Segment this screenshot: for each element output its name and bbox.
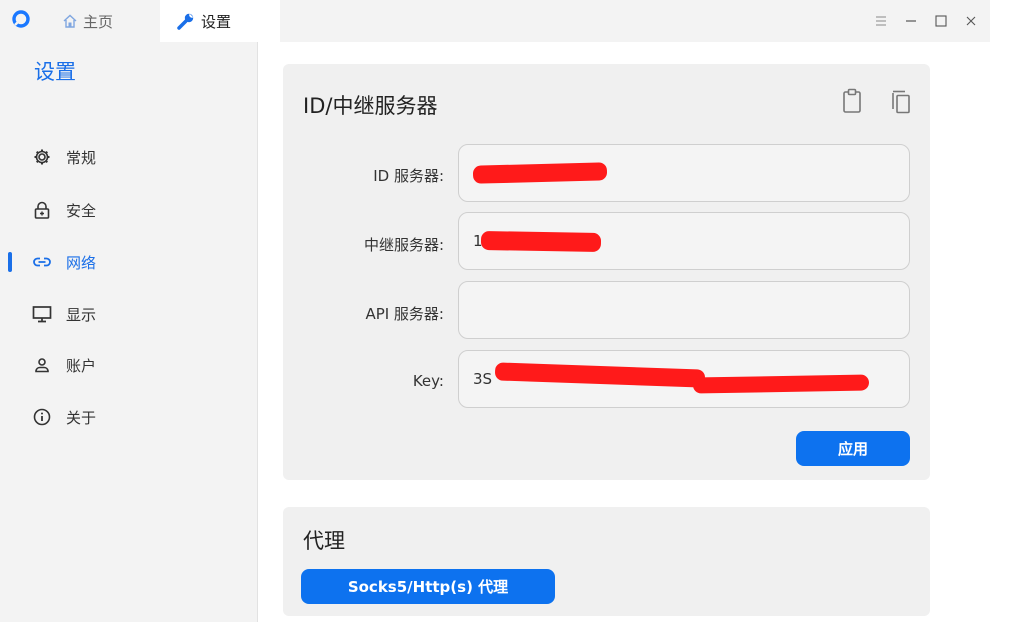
card-title: 代理 [303,529,345,553]
sidebar-item-display[interactable]: 显示 [0,294,257,334]
minimize-icon [906,20,916,22]
sidebar-item-about[interactable]: 关于 [0,397,257,437]
sidebar-item-network[interactable]: 网络 [0,242,257,282]
tab-home[interactable]: 主页 [50,0,160,42]
active-indicator [8,252,12,272]
close-icon [966,16,976,26]
lock-icon [32,200,52,220]
key-label: Key: [412,372,444,390]
sidebar-item-label: 显示 [66,305,97,324]
title-bar: 主页 设置 [0,0,990,42]
sidebar-item-label: 关于 [66,408,97,427]
proxy-card: 代理 Socks5/Http(s) 代理 [283,507,930,616]
id-relay-server-card: ID/中继服务器 ID 服务器: 中继服务器: 1 API 服务器: Key: … [283,64,930,480]
key-value: 3S [473,370,493,388]
sidebar-item-label: 常规 [66,148,97,167]
sidebar: 设置 常规 安全 网络 显示 账户 关于 [0,42,258,622]
api-server-input[interactable] [458,281,910,339]
menu-button[interactable] [866,6,896,36]
app-logo-icon [12,10,30,28]
sidebar-item-label: 网络 [66,253,97,272]
api-server-label: API 服务器: [365,305,444,323]
tab-settings-label: 设置 [201,12,232,31]
sidebar-item-label: 账户 [66,356,97,375]
user-icon [32,355,52,375]
copy-icon[interactable] [890,88,912,114]
maximize-icon [935,15,947,27]
maximize-button[interactable] [926,6,956,36]
tab-settings[interactable]: 设置 [160,0,280,42]
socks5-proxy-button[interactable]: Socks5/Http(s) 代理 [301,569,555,604]
card-title: ID/中继服务器 [303,94,438,118]
redaction-mark [692,374,870,394]
redaction-mark [472,162,608,184]
menu-icon [876,16,886,26]
info-icon [32,407,52,427]
sidebar-title: 设置 [34,60,76,84]
sidebar-item-general[interactable]: 常规 [0,137,257,177]
sidebar-item-label: 安全 [66,201,97,220]
window-controls [866,0,986,42]
apply-button[interactable]: 应用 [796,431,910,466]
monitor-icon [32,304,52,324]
wrench-icon [177,13,194,30]
sidebar-item-account[interactable]: 账户 [0,345,257,385]
home-icon [63,14,77,28]
close-button[interactable] [956,6,986,36]
sidebar-item-security[interactable]: 安全 [0,190,257,230]
relay-server-label: 中继服务器: [363,236,444,254]
link-icon [32,252,52,272]
redaction-mark [480,230,602,253]
minimize-button[interactable] [896,6,926,36]
gear-icon [32,147,52,167]
id-server-label: ID 服务器: [373,167,444,185]
tab-home-label: 主页 [83,12,114,31]
clipboard-icon[interactable] [841,88,863,114]
